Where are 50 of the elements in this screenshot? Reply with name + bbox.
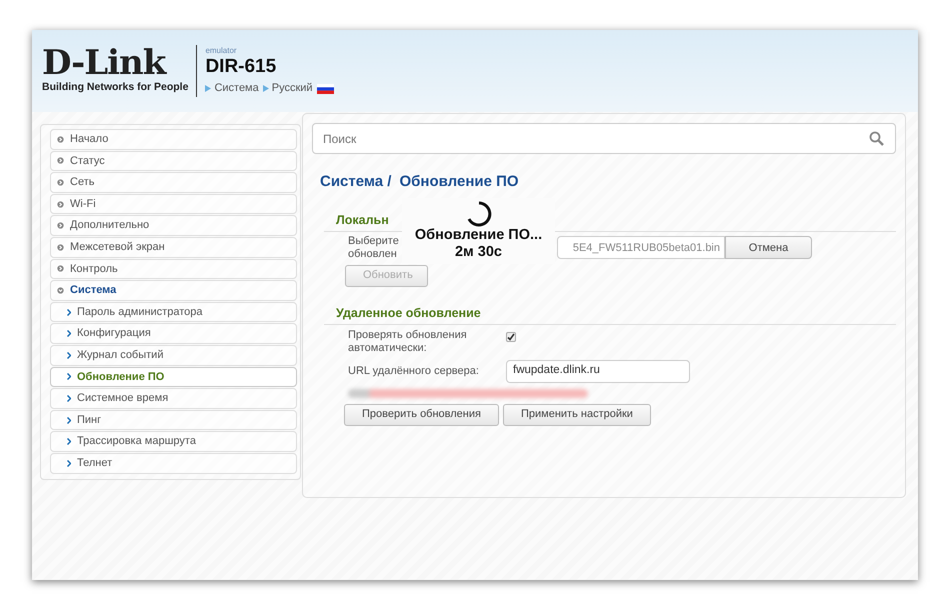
sidebar-item[interactable]: Wi-Fi: [50, 194, 297, 214]
sidebar-item[interactable]: Пинг: [50, 410, 297, 430]
triangle-icon: [262, 85, 269, 92]
chevron-icon: [67, 416, 71, 424]
sidebar-item[interactable]: Журнал событий: [50, 344, 297, 366]
chevron-icon: [67, 308, 71, 316]
sidebar-item[interactable]: Системное время: [50, 388, 297, 409]
sidebar-item[interactable]: Пароль администратора: [50, 302, 297, 322]
breadcrumb-link[interactable]: Русский: [272, 80, 313, 97]
page-title: Обновление ПО: [399, 172, 519, 192]
sidebar-item[interactable]: Начало: [50, 129, 297, 150]
sidebar-item[interactable]: Телнет: [50, 452, 297, 474]
sidebar-item[interactable]: Контроль: [50, 258, 297, 280]
breadcrumb-link[interactable]: Система: [214, 80, 259, 97]
sidebar-item[interactable]: Дополнительно: [50, 215, 297, 236]
sidebar-item[interactable]: Сеть: [50, 172, 297, 193]
chevron-icon: [67, 352, 71, 359]
tagline: Building Networks for People: [42, 80, 188, 96]
chevron-icon: [67, 330, 71, 338]
field-label: обновлен: [348, 248, 397, 261]
spinner-icon: [466, 200, 492, 227]
emulator-label: emulator: [205, 45, 238, 58]
sidebar-item[interactable]: Система: [50, 280, 297, 301]
cancel-button[interactable]: Отмена: [725, 236, 812, 260]
field-label: URL удалённого сервера:: [348, 364, 480, 378]
chevron-icon: [67, 394, 71, 402]
sidebar-item[interactable]: Межсетевой экран: [50, 236, 297, 258]
countdown-text: 2м 30с: [454, 244, 502, 262]
sidebar-item[interactable]: Трассировка маршрута: [50, 431, 297, 452]
action-button[interactable]: Применить настройки: [502, 404, 651, 426]
field-label: Выберите: [348, 235, 399, 248]
action-button[interactable]: Проверить обновления: [344, 404, 499, 426]
sidebar-item[interactable]: Статус: [50, 150, 297, 172]
flag-icon: [316, 84, 334, 94]
file-field[interactable]: 5E4_FW511RUB05beta01.bin: [557, 236, 725, 260]
chevron-icon: [67, 373, 71, 380]
triangle-icon: [205, 85, 212, 92]
section-title: Удаленное обновление: [324, 304, 896, 326]
sidebar-item[interactable]: Обновление ПО: [50, 366, 297, 388]
search-icon[interactable]: [869, 131, 884, 146]
field-label: Проверять обновления автоматически:: [348, 329, 468, 355]
sidebar-item[interactable]: Конфигурация: [50, 323, 297, 344]
page-title: Система /: [320, 172, 392, 192]
url-field[interactable]: fwupdate.dlink.ru: [506, 360, 690, 383]
logo: D-Link: [42, 46, 167, 80]
search-field[interactable]: Поиск: [312, 123, 896, 154]
model-name: DIR-615: [205, 57, 278, 76]
chevron-icon: [67, 438, 71, 446]
chevron-icon: [67, 460, 71, 467]
checkbox[interactable]: [506, 332, 516, 342]
